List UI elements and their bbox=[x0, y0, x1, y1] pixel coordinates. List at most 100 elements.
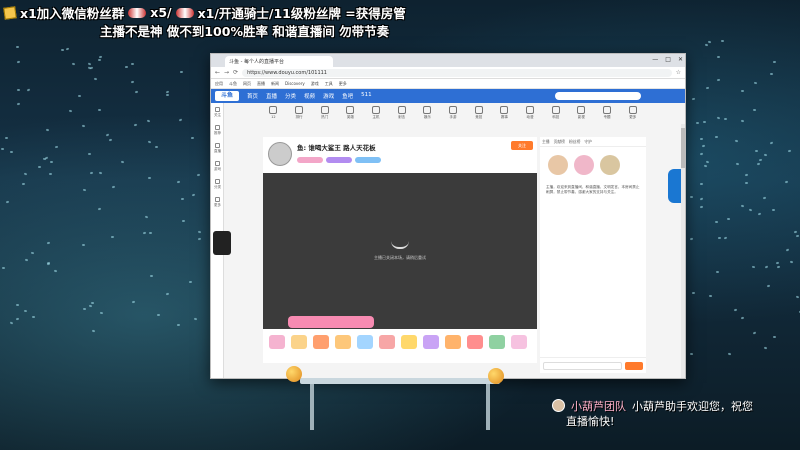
gift-item[interactable] bbox=[291, 335, 307, 349]
promo-banner[interactable] bbox=[288, 316, 374, 328]
send-button[interactable] bbox=[625, 361, 643, 370]
sidebar-item-4[interactable]: 分类 bbox=[211, 175, 224, 193]
side-handle[interactable] bbox=[213, 231, 231, 255]
browser-tab[interactable]: 斗鱼 - 每个人的直播平台 bbox=[225, 56, 333, 67]
gift-item[interactable] bbox=[313, 335, 329, 349]
category-7[interactable]: 手游 bbox=[443, 106, 464, 120]
gift-item[interactable] bbox=[467, 335, 483, 349]
category-3[interactable]: 英雄 bbox=[340, 106, 361, 120]
fish bbox=[4, 136, 8, 140]
room-tag[interactable] bbox=[326, 157, 352, 163]
site-search-input[interactable] bbox=[555, 92, 641, 100]
right-tab-1[interactable]: 贡献榜 bbox=[554, 139, 565, 144]
fish bbox=[120, 160, 124, 163]
sidebar-item-3[interactable]: 游戏 bbox=[211, 157, 224, 175]
nav-item-3[interactable]: 视频 bbox=[304, 92, 315, 100]
follow-button[interactable]: 关注 bbox=[511, 141, 533, 150]
gift-item[interactable] bbox=[269, 335, 285, 349]
category-8[interactable]: 竞技 bbox=[468, 106, 489, 120]
fish bbox=[740, 204, 744, 208]
fish bbox=[193, 317, 197, 321]
fish bbox=[1, 266, 5, 269]
forward-icon[interactable]: → bbox=[224, 69, 229, 76]
gift-item[interactable] bbox=[423, 335, 439, 349]
fish bbox=[699, 183, 704, 186]
sidebar-item-2[interactable]: 直播 bbox=[211, 139, 224, 157]
bookmark-7[interactable]: 工具 bbox=[325, 81, 333, 87]
bookmark-1[interactable]: 斗鱼 bbox=[229, 81, 237, 87]
nav-item-6[interactable]: 511 bbox=[361, 92, 372, 100]
bookmark-2[interactable]: 网页 bbox=[243, 81, 251, 87]
douyu-logo[interactable]: 斗鱼 bbox=[215, 91, 239, 101]
nav-item-5[interactable]: 鱼吧 bbox=[342, 92, 353, 100]
gift-item[interactable] bbox=[401, 335, 417, 349]
category-1[interactable]: 排行 bbox=[289, 106, 310, 120]
fish bbox=[770, 72, 774, 76]
gift-item[interactable] bbox=[511, 335, 527, 349]
bookmark-6[interactable]: 游戏 bbox=[311, 81, 319, 87]
category-9[interactable]: 赛事 bbox=[494, 106, 515, 120]
scrollbar-thumb[interactable] bbox=[681, 128, 685, 168]
category-6[interactable]: 娱乐 bbox=[417, 106, 438, 120]
category-12[interactable]: 影视 bbox=[571, 106, 592, 120]
category-icon bbox=[346, 106, 355, 114]
bookmark-0[interactable]: 应用 bbox=[215, 81, 223, 87]
right-tab-0[interactable]: 主播 bbox=[542, 139, 550, 144]
right-tab-2[interactable]: 粉丝榜 bbox=[569, 139, 580, 144]
category-4[interactable]: 主机 bbox=[366, 106, 387, 120]
fish bbox=[77, 94, 81, 98]
gift-item[interactable] bbox=[489, 335, 505, 349]
nav-item-4[interactable]: 游戏 bbox=[323, 92, 334, 100]
nav-item-1[interactable]: 直播 bbox=[266, 92, 277, 100]
bookmark-5[interactable]: Discovery bbox=[285, 81, 305, 86]
minimize-icon[interactable]: — bbox=[652, 56, 658, 63]
sidebar-item-5[interactable]: 更多 bbox=[211, 193, 224, 211]
fish bbox=[25, 258, 29, 261]
category-0[interactable]: 12 bbox=[263, 106, 284, 119]
fish bbox=[16, 46, 20, 49]
video-player[interactable]: 主播已关闭本场，请稍后重试 bbox=[263, 173, 537, 329]
rank-avatar[interactable] bbox=[600, 155, 620, 175]
back-icon[interactable]: ← bbox=[215, 69, 220, 76]
fish bbox=[787, 149, 791, 153]
gift-item[interactable] bbox=[445, 335, 461, 349]
fish bbox=[97, 59, 101, 62]
fish bbox=[179, 118, 183, 122]
scrollbar[interactable] bbox=[681, 124, 685, 378]
category-13[interactable]: 专题 bbox=[597, 106, 618, 120]
star-icon[interactable]: ☆ bbox=[676, 69, 681, 76]
nav-item-label: 分类 bbox=[285, 94, 297, 100]
fish bbox=[30, 251, 34, 255]
bookmark-4[interactable]: 新闻 bbox=[271, 81, 279, 87]
gift-item[interactable] bbox=[379, 335, 395, 349]
nav-item-2[interactable]: 分类 bbox=[285, 92, 296, 100]
fish bbox=[763, 154, 768, 157]
room-tag[interactable] bbox=[355, 157, 381, 163]
rank-avatar[interactable] bbox=[548, 155, 568, 175]
right-tab-3[interactable]: 守护 bbox=[584, 139, 592, 144]
reload-icon[interactable]: ⟳ bbox=[233, 69, 238, 76]
maximize-icon[interactable]: □ bbox=[665, 56, 671, 63]
sidebar-item-0[interactable]: 关注 bbox=[211, 103, 224, 121]
fish bbox=[754, 150, 759, 153]
gift-item[interactable] bbox=[357, 335, 373, 349]
nav-item-0[interactable]: 首页 bbox=[247, 92, 258, 100]
bookmark-3[interactable]: 直播 bbox=[257, 81, 265, 87]
chat-input[interactable] bbox=[543, 361, 622, 370]
room-tag[interactable] bbox=[297, 157, 323, 163]
category-2[interactable]: 热门 bbox=[314, 106, 335, 120]
category-14[interactable]: 更多 bbox=[622, 106, 643, 120]
close-icon[interactable]: ✕ bbox=[678, 56, 683, 63]
category-11[interactable]: 科技 bbox=[545, 106, 566, 120]
url-input[interactable]: https://www.douyu.com/101111 bbox=[242, 68, 672, 77]
gift-item[interactable] bbox=[335, 335, 351, 349]
bookmark-8[interactable]: 更多 bbox=[339, 81, 347, 87]
category-10[interactable]: 动漫 bbox=[520, 106, 541, 120]
fish bbox=[690, 352, 694, 356]
gift-icon bbox=[128, 7, 147, 18]
sidebar-item-1[interactable]: 推荐 bbox=[211, 121, 224, 139]
rank-avatar[interactable] bbox=[574, 155, 594, 175]
fish bbox=[150, 274, 154, 277]
streamer-avatar[interactable] bbox=[268, 142, 292, 166]
category-5[interactable]: 射击 bbox=[391, 106, 412, 120]
